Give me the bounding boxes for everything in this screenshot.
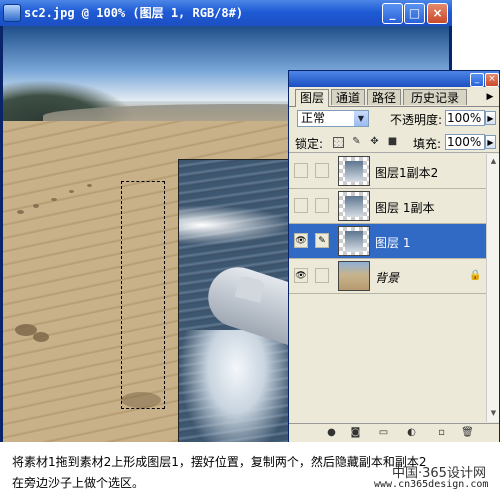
fill-label: 填充: <box>413 137 442 151</box>
layer-row-copy[interactable]: 图层 1副本 <box>289 189 486 224</box>
adjustment-layer-icon[interactable]: ◐ <box>405 427 418 439</box>
new-group-folder-icon[interactable]: ▭ <box>377 427 390 439</box>
layer-thumbnail <box>338 191 370 221</box>
link-toggle[interactable] <box>315 198 329 213</box>
visibility-eye-icon[interactable]: 👁 <box>294 233 308 248</box>
opacity-slider-arrow-icon[interactable]: ▶ <box>485 111 496 125</box>
add-mask-icon[interactable]: ◙ <box>349 427 362 439</box>
layer-row-layer1[interactable]: 👁 ✎ 图层 1 <box>289 224 486 259</box>
palette-close-button[interactable]: × <box>485 73 499 87</box>
tab-history[interactable]: 历史记录 <box>403 89 467 105</box>
link-toggle[interactable] <box>315 163 329 178</box>
new-layer-icon[interactable]: ▫ <box>435 427 448 439</box>
blend-mode-select[interactable]: 正常 ▼ <box>297 110 369 127</box>
tutorial-caption-line2: 在旁边沙子上做个选区。 <box>12 476 145 490</box>
layer-name: 图层 1 <box>375 236 411 250</box>
palette-minimize-button[interactable]: _ <box>470 73 484 87</box>
tab-paths[interactable]: 路径 <box>367 89 401 105</box>
submarine-layer-image[interactable] <box>178 159 293 442</box>
minimize-button[interactable]: _ <box>382 3 403 24</box>
opacity-label: 不透明度: <box>390 113 443 127</box>
palette-tab-bar: 图层 通道 路径 历史记录 ▶ <box>289 89 499 107</box>
paintbrush-icon[interactable]: ✎ <box>315 233 329 248</box>
layers-palette: _ × 图层 通道 路径 历史记录 ▶ 正常 ▼ 不透明度: 100% ▶ 锁定… <box>288 70 500 442</box>
link-toggle[interactable] <box>315 268 329 283</box>
trash-delete-icon[interactable]: 🗑 <box>461 427 474 439</box>
layer-thumbnail <box>338 156 370 186</box>
blend-opacity-row: 正常 ▼ 不透明度: 100% ▶ <box>289 108 499 130</box>
document-titlebar[interactable]: sc2.jpg @ 100% (图层 1, RGB/8#) _ □ × <box>0 0 452 26</box>
layer-list-scrollbar[interactable]: ▲ ▼ <box>486 154 499 422</box>
fill-slider-arrow-icon[interactable]: ▶ <box>485 135 496 149</box>
opacity-field[interactable]: 100% <box>445 110 485 126</box>
visibility-eye-icon[interactable]: 👁 <box>294 268 308 283</box>
lock-icon: 🔒 <box>469 270 482 281</box>
layer-name: 图层1副本2 <box>375 166 439 180</box>
scroll-down-arrow-icon[interactable]: ▼ <box>488 408 499 419</box>
layer-thumbnail <box>338 226 370 256</box>
palette-menu-arrow-icon[interactable]: ▶ <box>485 92 495 102</box>
layer-list: 图层1副本2 图层 1副本 👁 ✎ 图层 1 👁 背景 🔒 <box>289 154 486 422</box>
document-title: sc2.jpg @ 100% (图层 1, RGB/8#) <box>24 6 244 20</box>
layer-row-copy2[interactable]: 图层1副本2 <box>289 154 486 189</box>
photoshop-document-icon <box>3 4 21 22</box>
selection-marquee[interactable] <box>121 181 165 409</box>
layer-name: 背景 <box>375 271 400 285</box>
wave-foam-top <box>179 205 292 245</box>
scroll-up-arrow-icon[interactable]: ▲ <box>488 156 499 167</box>
blend-mode-value: 正常 <box>301 111 326 125</box>
lock-position-move-icon[interactable]: ✥ <box>369 136 380 147</box>
tab-layers[interactable]: 图层 <box>295 89 329 107</box>
chevron-down-icon[interactable]: ▼ <box>354 111 368 126</box>
layer-thumbnail <box>338 261 370 291</box>
palette-titlebar[interactable]: _ × <box>289 71 499 87</box>
lock-all-icon[interactable]: ■ <box>387 136 398 147</box>
tutorial-caption-line1: 将素材1拖到素材2上形成图层1，摆好位置，复制两个，然后隐藏副本和副本2 <box>12 455 427 469</box>
watermark-url: www.cn365design.com <box>374 479 489 490</box>
lock-label: 锁定: <box>295 137 324 151</box>
layer-name: 图层 1副本 <box>375 201 435 215</box>
layer-row-background[interactable]: 👁 背景 🔒 <box>289 259 486 294</box>
palette-bottom-toolbar: ● ◙ ▭ ◐ ▫ 🗑 <box>289 423 499 442</box>
lock-transparency-icon[interactable] <box>333 137 344 148</box>
lock-image-brush-icon[interactable]: ✎ <box>351 136 362 147</box>
fill-field[interactable]: 100% <box>445 134 485 150</box>
tab-channels[interactable]: 通道 <box>331 89 365 105</box>
maximize-button[interactable]: □ <box>404 3 425 24</box>
wave-foam <box>179 330 292 442</box>
visibility-toggle[interactable] <box>294 163 308 178</box>
close-button[interactable]: × <box>427 3 448 24</box>
visibility-toggle[interactable] <box>294 198 308 213</box>
layer-style-icon[interactable]: ● <box>325 427 338 439</box>
lock-fill-row: 锁定: ✎ ✥ ■ 填充: 100% ▶ <box>289 132 499 153</box>
